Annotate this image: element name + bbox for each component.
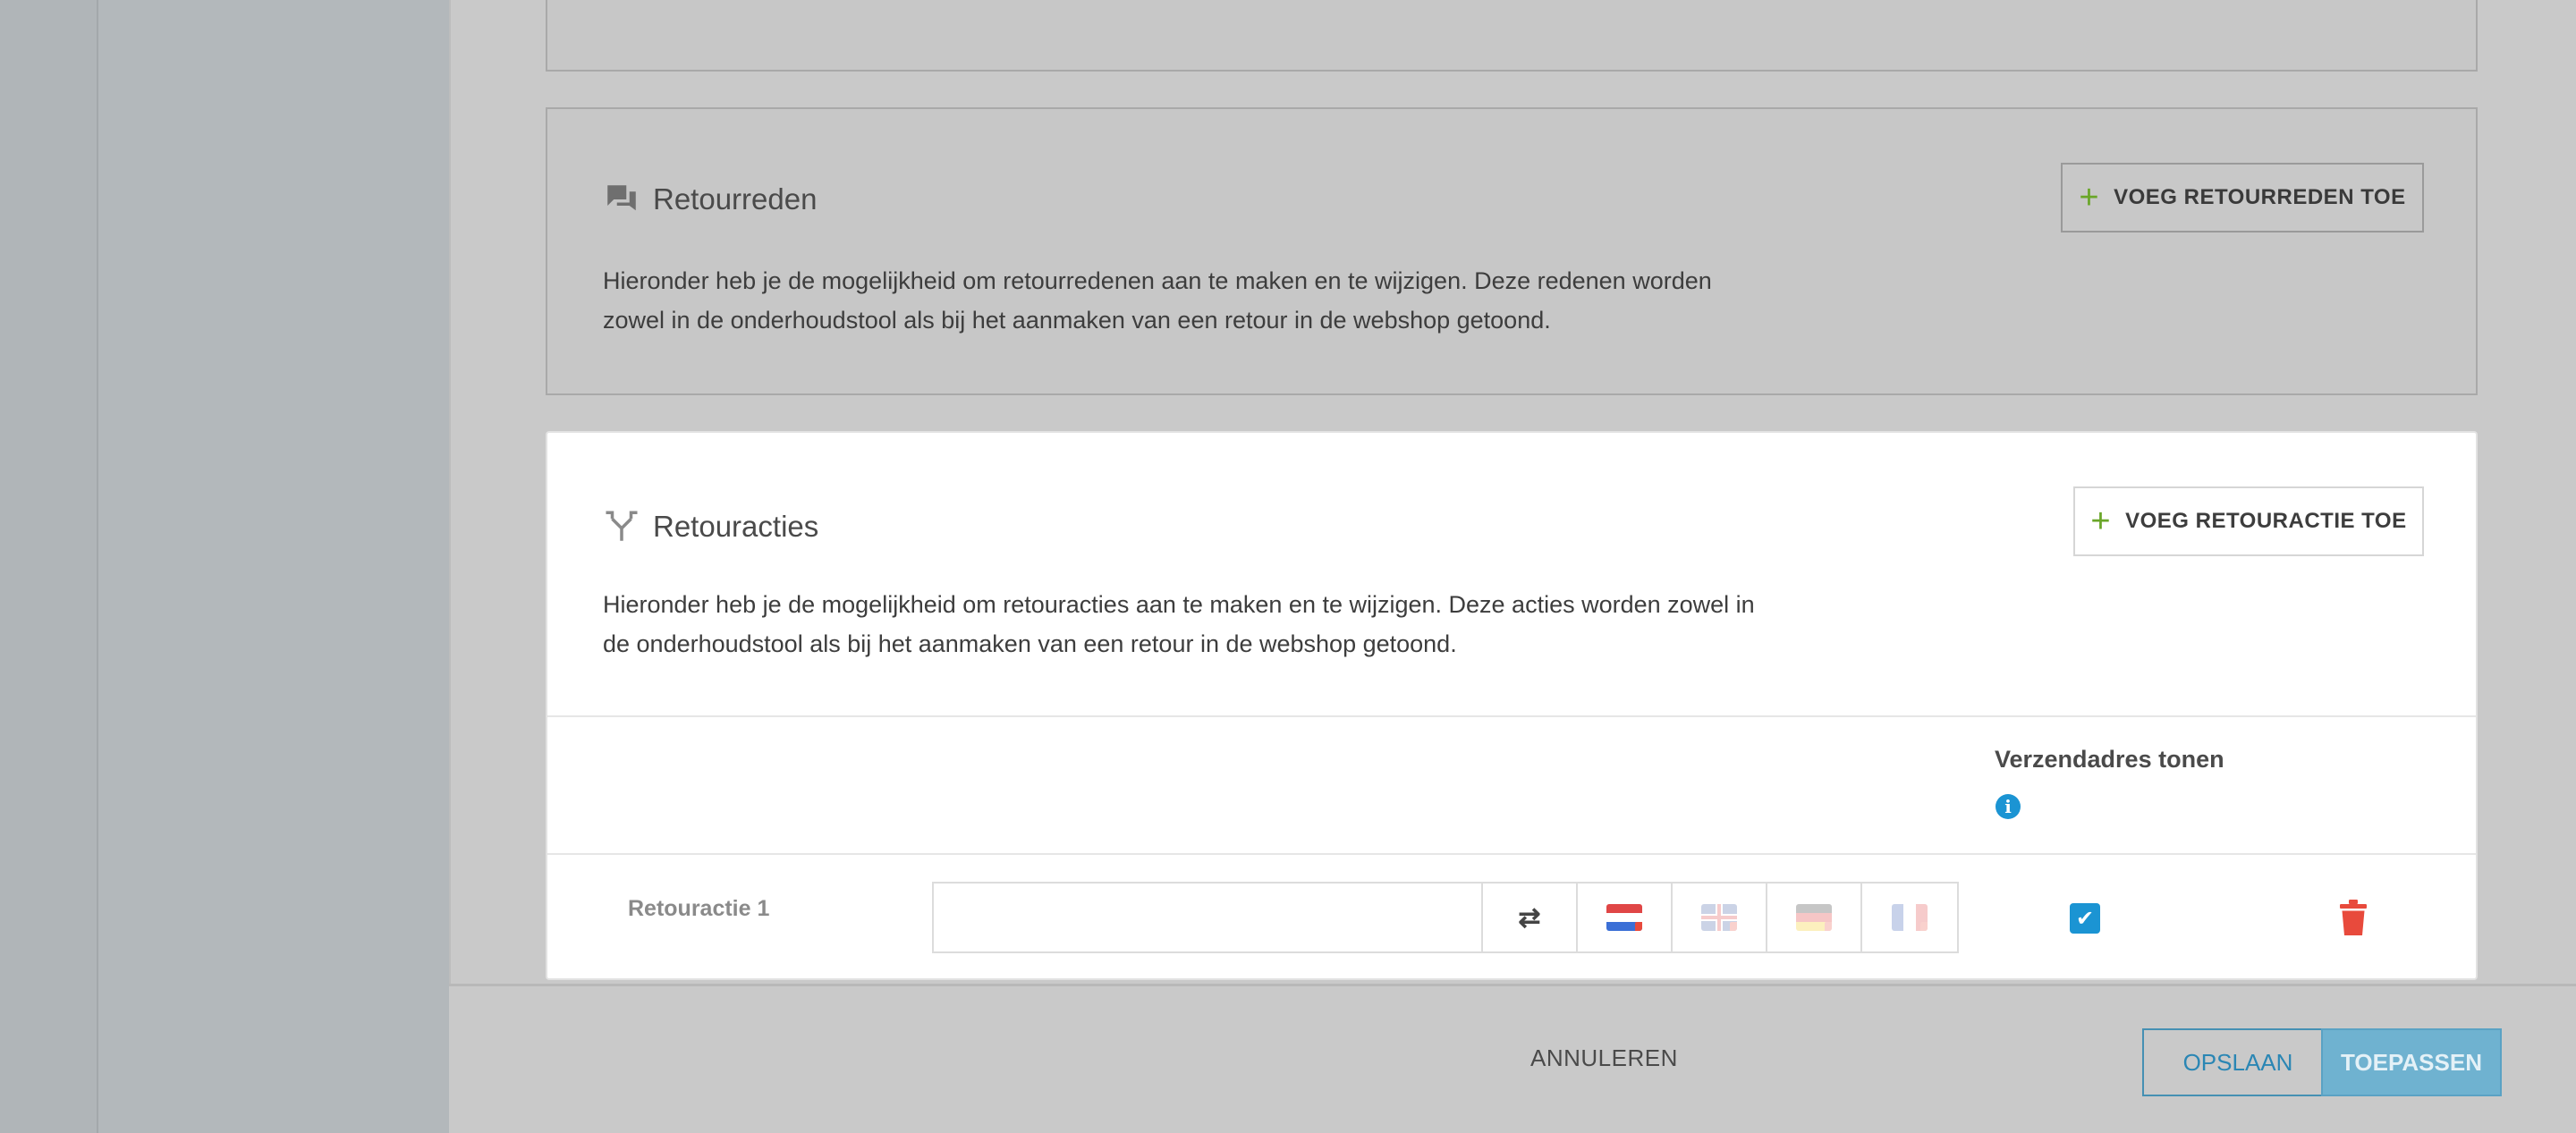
add-return-reason-button[interactable]: + VOEG RETOURREDEN TOE — [2061, 163, 2424, 233]
return-action-input-group: ⇄ — [932, 882, 1959, 953]
flag-en-icon — [1701, 904, 1737, 931]
split-arrows-icon — [606, 511, 638, 541]
info-icon[interactable]: i — [1996, 794, 2021, 819]
language-tab-de[interactable] — [1767, 884, 1862, 951]
cancel-button[interactable]: ANNULEREN — [1530, 1044, 1678, 1072]
flag-nl-icon — [1606, 904, 1642, 931]
chat-bubbles-icon — [607, 185, 636, 211]
language-tab-en[interactable] — [1673, 884, 1767, 951]
add-return-action-button[interactable]: + VOEG RETOURACTIE TOE — [2073, 486, 2424, 556]
language-tab-nl[interactable] — [1578, 884, 1673, 951]
return-reasons-title: Retourreden — [603, 181, 817, 218]
swap-arrows-icon: ⇄ — [1518, 902, 1541, 933]
flag-fr-icon — [1892, 904, 1928, 931]
flag-de-icon — [1796, 904, 1832, 931]
add-return-action-label: VOEG RETOURACTIE TOE — [2125, 509, 2407, 533]
return-actions-description-line2: de onderhoudstool als bij het aanmaken v… — [603, 630, 1457, 657]
column-header-show-shipping: Verzendadres tonen — [1995, 746, 2224, 773]
return-reasons-card: Retourreden + VOEG RETOURREDEN TOE Hiero… — [546, 107, 2478, 395]
show-shipping-address-checkbox[interactable]: ✔ — [2070, 903, 2100, 934]
sidebar-primary — [0, 0, 98, 1133]
language-tab-fr[interactable] — [1862, 884, 1957, 951]
return-actions-title: Retouracties — [603, 508, 818, 545]
previous-section-card — [546, 0, 2478, 72]
save-button[interactable]: OPSLAAN — [2142, 1028, 2334, 1096]
return-reasons-description-line2: zowel in de onderhoudstool als bij het a… — [603, 307, 1551, 334]
table-divider — [547, 715, 2476, 717]
return-reasons-description: Hieronder heb je de mogelijkheid om reto… — [603, 261, 1792, 340]
apply-button[interactable]: TOEPASSEN — [2321, 1028, 2502, 1096]
table-divider — [547, 853, 2476, 855]
return-reasons-description-line1: Hieronder heb je de mogelijkheid om reto… — [603, 267, 1712, 294]
plus-icon: + — [2090, 503, 2112, 540]
row-label: Retouractie 1 — [628, 896, 770, 921]
return-action-name-input[interactable] — [934, 884, 1483, 951]
trash-icon[interactable] — [2340, 900, 2367, 935]
return-reasons-title-text: Retourreden — [653, 182, 818, 216]
return-actions-description: Hieronder heb je de mogelijkheid om reto… — [603, 585, 1792, 664]
plus-icon: + — [2079, 179, 2100, 216]
translate-toggle-button[interactable]: ⇄ — [1483, 884, 1578, 951]
add-return-reason-label: VOEG RETOURREDEN TOE — [2114, 185, 2406, 209]
sidebar-secondary — [98, 0, 449, 1133]
return-actions-description-line1: Hieronder heb je de mogelijkheid om reto… — [603, 591, 1755, 618]
return-actions-title-text: Retouracties — [653, 510, 819, 543]
return-actions-card: Retouracties + VOEG RETOURACTIE TOE Hier… — [546, 431, 2478, 980]
